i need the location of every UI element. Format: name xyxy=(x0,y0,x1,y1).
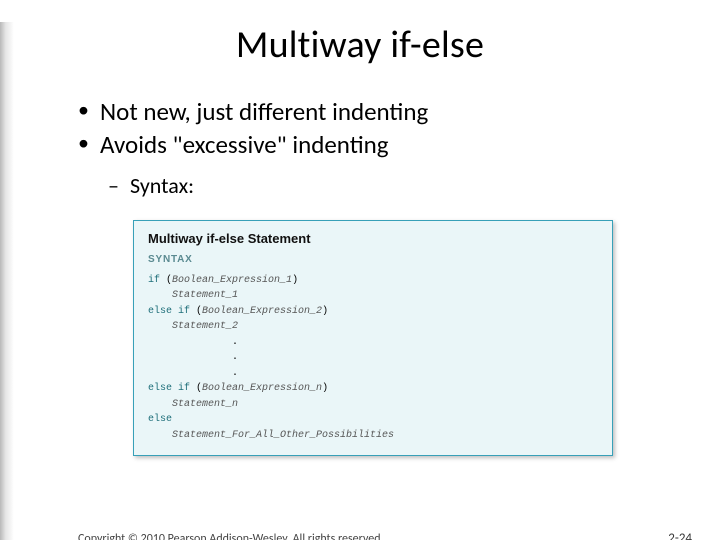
st1: Statement_1 xyxy=(172,290,238,301)
bullet-item-2: Avoids "excessive" indenting xyxy=(78,129,680,160)
footer-copyright: Copyright © 2010 Pearson Addison-Wesley.… xyxy=(78,532,384,540)
footer-page: 2-24 xyxy=(668,531,692,540)
st-other: Statement_For_All_Other_Possibilities xyxy=(172,430,394,441)
footer: Copyright © 2010 Pearson Addison-Wesley.… xyxy=(78,531,692,540)
left-shadow xyxy=(0,22,14,540)
kw-else: else xyxy=(148,414,172,425)
syntax-box-wrap: Multiway if-else Statement SYNTAX if (Bo… xyxy=(133,220,613,457)
syntax-box-title: Multiway if-else Statement xyxy=(148,231,598,246)
bullet-sub-1: Syntax: xyxy=(108,169,680,202)
syntax-box-subtitle: SYNTAX xyxy=(148,254,598,265)
kw-elseif-n: else if xyxy=(148,383,190,394)
syntax-box: Multiway if-else Statement SYNTAX if (Bo… xyxy=(133,220,613,457)
stn: Statement_n xyxy=(172,399,238,410)
ben: Boolean_Expression_n xyxy=(202,383,322,394)
st2: Statement_2 xyxy=(172,321,238,332)
be1: Boolean_Expression_1 xyxy=(172,275,292,286)
syntax-code: if (Boolean_Expression_1) Statement_1 el… xyxy=(148,273,598,444)
kw-elseif-1: else if xyxy=(148,306,190,317)
slide: Multiway if-else Not new, just different… xyxy=(0,22,720,540)
slide-title: Multiway if-else xyxy=(0,22,720,68)
slide-content: Not new, just different indenting Avoids… xyxy=(0,96,720,456)
kw-if: if xyxy=(148,275,160,286)
be2: Boolean_Expression_2 xyxy=(202,306,322,317)
bullet-item-1: Not new, just different indenting xyxy=(78,96,680,127)
